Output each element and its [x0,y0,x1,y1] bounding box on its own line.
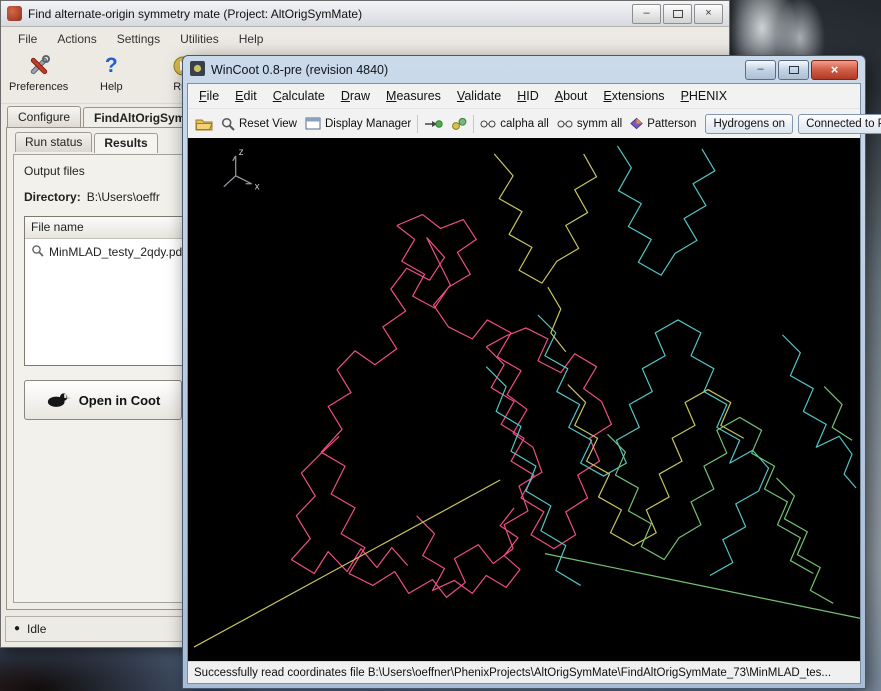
ligand-icon [451,117,467,131]
phenix-status-text: Idle [27,622,46,636]
hydrogens-toggle-button[interactable]: Hydrogens on [705,114,793,134]
patterson-icon [630,117,643,130]
phenix-subtab-bar: Run status Results [15,132,158,152]
preferences-label: Preferences [9,81,68,93]
help-label: Help [100,81,123,93]
wincoot-window: WinCoot 0.8-pre (revision 4840) – × File… [182,55,866,689]
calpha-icon [480,119,496,129]
display-manager-label: Display Manager [325,118,411,130]
patterson-label: Patterson [647,118,696,130]
go-to-atom-button[interactable] [420,116,447,132]
maximize-button[interactable] [663,4,692,24]
patterson-button[interactable]: Patterson [626,115,700,132]
toolbar-separator [417,115,418,133]
reset-view-button[interactable]: Reset View [217,115,301,133]
axis-x-label: x [255,182,260,193]
help-icon: ? [105,53,118,79]
directory-value: B:\Users\oeffr [87,190,160,204]
menu-extensions[interactable]: Extensions [595,86,672,106]
search-icon [31,244,44,260]
calpha-all-label: calpha all [500,118,549,130]
wincoot-status-text: Successfully read coordinates file B:\Us… [194,667,831,679]
tab-run-status[interactable]: Run status [15,132,92,152]
minimize-button[interactable]: – [632,4,661,24]
maximize-icon [673,10,683,18]
symm-all-button[interactable]: symm all [553,116,626,132]
menu-draw[interactable]: Draw [333,86,378,106]
open-in-coot-label: Open in Coot [79,393,161,408]
close-button[interactable]: × [694,4,723,24]
phenix-titlebar[interactable]: Find alternate-origin symmetry mate (Pro… [1,1,729,27]
phenix-window-controls: – × [632,4,723,24]
molecule-wireframe [194,146,860,647]
magnifier-icon [221,117,235,131]
toolbar-separator [473,115,474,133]
phenix-window-title: Find alternate-origin symmetry mate (Pro… [28,7,362,21]
minimize-button[interactable]: – [745,60,776,80]
menu-settings[interactable]: Settings [108,29,169,49]
close-button[interactable]: × [811,60,858,80]
gl-canvas[interactable]: z x [188,138,860,661]
wincoot-menubar: File Edit Calculate Draw Measures Valida… [188,84,860,108]
coot-duck-icon [46,390,72,411]
status-bullet-icon: ● [14,624,20,634]
calpha-all-button[interactable]: calpha all [476,116,553,132]
connected-to-phenix-button[interactable]: Connected to PHENIX [798,114,881,134]
menu-file[interactable]: File [9,29,46,49]
menu-validate[interactable]: Validate [449,86,509,106]
axis-z-label: z [239,147,244,158]
menu-hid[interactable]: HID [509,86,547,106]
symm-all-label: symm all [577,118,622,130]
menu-utilities[interactable]: Utilities [171,29,228,49]
display-manager-icon [305,117,321,130]
phenix-menubar: File Actions Settings Utilities Help [1,27,729,50]
open-folder-icon [195,117,213,131]
menu-edit[interactable]: Edit [227,86,265,106]
go-to-ligand-button[interactable] [447,115,471,133]
phenix-app-icon [7,6,22,21]
axis-gizmo: z x [224,147,260,193]
menu-calculate[interactable]: Calculate [265,86,333,106]
preferences-button[interactable]: Preferences [9,53,68,93]
menu-measures[interactable]: Measures [378,86,449,106]
wincoot-window-title: WinCoot 0.8-pre (revision 4840) [211,63,388,77]
reset-view-label: Reset View [239,118,297,130]
preferences-tools-icon [26,53,52,79]
connected-to-phenix-label: Connected to PHENIX [806,118,881,130]
wincoot-titlebar[interactable]: WinCoot 0.8-pre (revision 4840) – × [183,56,865,83]
open-file-button[interactable] [191,115,217,133]
tab-results[interactable]: Results [94,133,157,153]
wincoot-client-area: File Edit Calculate Draw Measures Valida… [187,83,861,684]
symm-icon [557,119,573,129]
open-in-coot-button[interactable]: Open in Coot [24,380,182,420]
tab-configure[interactable]: Configure [7,106,81,128]
wincoot-toolbar: Reset View Display Manager [188,108,860,138]
output-files-label: Output files [24,164,85,178]
go-to-atom-icon [424,118,443,130]
directory-row: Directory: B:\Users\oeffr [24,190,160,204]
phenix-tab-bar: Configure FindAltOrigSymM [7,105,206,128]
wincoot-statusbar: Successfully read coordinates file B:\Us… [188,661,860,683]
maximize-icon [789,66,799,74]
wincoot-window-controls: – × [745,60,858,80]
hydrogens-toggle-label: Hydrogens on [713,118,785,130]
help-button[interactable]: ? Help [82,53,140,93]
maximize-button[interactable] [778,60,809,80]
menu-about[interactable]: About [547,86,596,106]
directory-label: Directory: [24,190,81,204]
menu-phenix[interactable]: PHENIX [673,86,736,106]
file-name-cell: MinMLAD_testy_2qdy.pdb [49,245,189,259]
display-manager-button[interactable]: Display Manager [301,115,415,132]
wincoot-app-icon [190,61,205,79]
menu-file[interactable]: File [191,86,227,106]
menu-actions[interactable]: Actions [48,29,105,49]
menu-help[interactable]: Help [230,29,273,49]
